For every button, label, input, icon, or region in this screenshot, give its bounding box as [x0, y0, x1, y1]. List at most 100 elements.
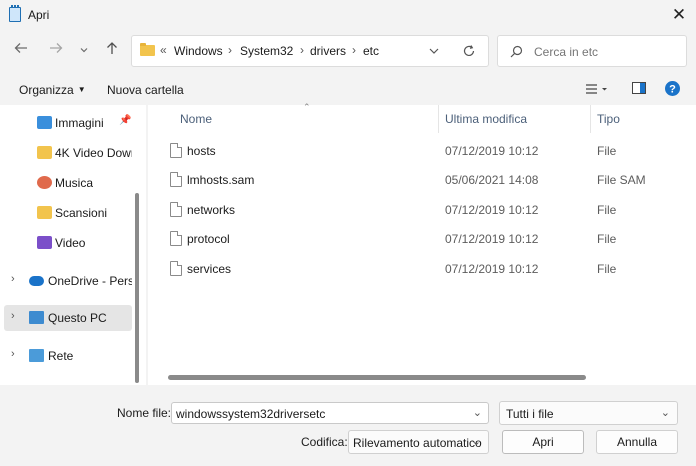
search-box[interactable]: Cerca in etc: [497, 35, 687, 67]
sidebar-item-scansioni[interactable]: Scansioni: [4, 200, 132, 226]
organize-label: Organizza: [19, 83, 74, 97]
file-icon: [170, 202, 182, 217]
column-divider[interactable]: [438, 105, 439, 133]
filename-input[interactable]: windowssystem32driversetc ⌄: [171, 402, 489, 424]
sidebar-item-video[interactable]: Video: [4, 230, 132, 256]
chevron-down-icon[interactable]: [428, 45, 440, 60]
sidebar-item-4k-video-downloader[interactable]: 4K Video Down: [4, 140, 132, 166]
sidebar-item-musica[interactable]: Musica: [4, 170, 132, 196]
column-header-type[interactable]: Tipo: [597, 112, 620, 126]
search-input[interactable]: Cerca in etc: [534, 45, 598, 59]
chevron-right-icon[interactable]: ›: [11, 273, 15, 285]
file-name: lmhosts.sam: [187, 173, 255, 187]
chevron-right-icon[interactable]: ›: [11, 348, 15, 360]
sidebar-item-rete[interactable]: › Rete: [4, 343, 132, 369]
filename-label: Nome file:: [117, 406, 172, 420]
title-bar: Apri ✕: [0, 0, 696, 30]
sidebar-item-label: Scansioni: [55, 206, 108, 220]
file-row[interactable]: networks 07/12/2019 10:12 File: [148, 196, 696, 224]
chevron-right-icon[interactable]: ›: [11, 310, 15, 322]
window-title: Apri: [28, 8, 50, 22]
refresh-icon[interactable]: [462, 44, 476, 61]
breadcrumb-system32[interactable]: System32: [240, 44, 293, 58]
column-header-modified[interactable]: Ultima modifica: [445, 112, 527, 126]
sidebar-item-label: Video: [55, 236, 86, 250]
up-arrow-icon[interactable]: [100, 39, 124, 63]
computer-icon: [29, 311, 44, 324]
chevron-right-icon: ›: [228, 43, 232, 57]
music-icon: [37, 176, 52, 189]
chevron-down-icon[interactable]: ⌄: [473, 406, 482, 419]
new-folder-button[interactable]: Nuova cartella: [107, 83, 184, 97]
column-divider[interactable]: [590, 105, 591, 133]
sidebar-item-label: Musica: [55, 176, 94, 190]
file-list[interactable]: ⌃ Nome Ultima modifica Tipo hosts 07/12/…: [148, 102, 696, 385]
file-modified: 07/12/2019 10:12: [445, 262, 539, 276]
caret-down-icon: ▼: [77, 85, 86, 94]
forward-arrow-icon[interactable]: [44, 39, 68, 63]
pictures-icon: [37, 116, 52, 129]
chevron-down-icon: ⌄: [660, 407, 670, 419]
file-type-filter[interactable]: Tutti i file ⌄: [499, 401, 678, 425]
file-row[interactable]: services 07/12/2019 10:12 File: [148, 255, 696, 283]
search-icon: [510, 45, 523, 61]
close-icon[interactable]: ✕: [668, 4, 690, 26]
sidebar-scrollbar[interactable]: [135, 193, 139, 383]
encoding-label: Codifica:: [301, 435, 348, 449]
file-type: File: [597, 232, 617, 246]
help-icon[interactable]: ?: [665, 81, 680, 99]
back-arrow-icon[interactable]: [9, 39, 33, 63]
cancel-button[interactable]: Annulla: [596, 430, 678, 454]
chevron-right-icon: ›: [352, 43, 356, 57]
encoding-value: Rilevamento automatico: [353, 436, 482, 450]
navigation-pane[interactable]: Immagini 📌 4K Video Down Musica Scansion…: [0, 105, 146, 385]
encoding-select[interactable]: Rilevamento automatico ⌄: [348, 430, 489, 454]
folder-icon: [37, 206, 52, 219]
file-row[interactable]: hosts 07/12/2019 10:12 File: [148, 137, 696, 165]
folder-icon: [140, 43, 155, 56]
chevron-right-icon: ›: [300, 43, 304, 57]
sidebar-item-label: Questo PC: [48, 311, 107, 325]
chevron-down-icon[interactable]: [72, 39, 96, 63]
file-type: File: [597, 144, 617, 158]
breadcrumb-etc[interactable]: etc: [363, 44, 379, 58]
file-row[interactable]: lmhosts.sam 05/06/2021 14:08 File SAM: [148, 166, 696, 194]
open-button[interactable]: Apri: [502, 430, 584, 454]
file-modified: 07/12/2019 10:12: [445, 144, 539, 158]
file-name: hosts: [187, 144, 216, 158]
sidebar-item-questo-pc[interactable]: › Questo PC: [4, 305, 132, 331]
breadcrumb-windows[interactable]: Windows: [174, 44, 223, 58]
organize-menu[interactable]: Organizza ▼: [19, 83, 86, 97]
pin-icon[interactable]: 📌: [119, 115, 131, 126]
onedrive-icon: [29, 276, 44, 286]
file-icon: [170, 172, 182, 187]
file-name: services: [187, 262, 232, 276]
filename-value: windowssystem32driversetc: [176, 407, 326, 421]
filter-value: Tutti i file: [506, 407, 554, 421]
file-name: networks: [187, 203, 236, 217]
folder-icon: [37, 146, 52, 159]
file-name: protocol: [187, 232, 230, 246]
notepad-icon: [9, 5, 21, 22]
file-type: File: [597, 262, 617, 276]
file-row[interactable]: protocol 07/12/2019 10:12 File: [148, 225, 696, 253]
column-header-name[interactable]: Nome: [180, 112, 212, 126]
svg-text:?: ?: [669, 84, 676, 96]
file-modified: 07/12/2019 10:12: [445, 232, 539, 246]
sidebar-item-immagini[interactable]: Immagini 📌: [4, 110, 132, 136]
video-icon: [37, 236, 52, 249]
view-menu-icon[interactable]: [585, 82, 609, 99]
file-icon: [170, 143, 182, 158]
file-modified: 07/12/2019 10:12: [445, 203, 539, 217]
breadcrumb-drivers[interactable]: drivers: [310, 44, 346, 58]
network-icon: [29, 349, 44, 362]
breadcrumb-overflow[interactable]: «: [160, 43, 167, 57]
sidebar-item-label: Rete: [48, 349, 74, 363]
file-type: File: [597, 203, 617, 217]
sidebar-item-onedrive[interactable]: › OneDrive - Perso: [4, 268, 132, 294]
horizontal-scrollbar[interactable]: [168, 375, 586, 380]
address-bar[interactable]: « Windows › System32 › drivers › etc: [131, 35, 489, 67]
file-icon: [170, 261, 182, 276]
file-modified: 05/06/2021 14:08: [445, 173, 539, 187]
preview-pane-icon[interactable]: [632, 82, 646, 98]
